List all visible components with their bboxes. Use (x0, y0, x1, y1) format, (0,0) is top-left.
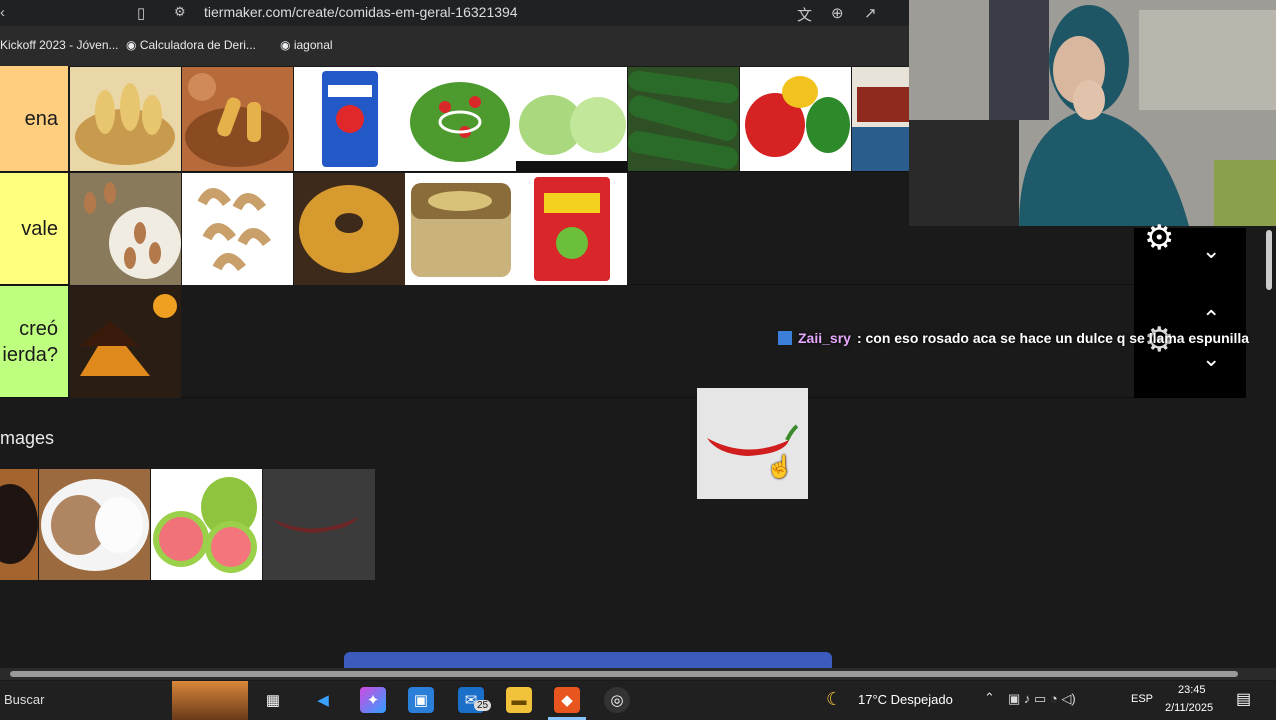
obs-icon[interactable]: ◎ (604, 687, 630, 713)
browser-address-bar[interactable]: ‹ ▯ ⚙ tiermaker.com/create/comidas-em-ge… (0, 0, 910, 26)
food-tile[interactable] (70, 67, 181, 171)
chat-message: Zaii_sry : con eso rosado aca se hace un … (778, 326, 1249, 350)
back-icon[interactable]: ‹ (0, 4, 5, 21)
food-tile[interactable] (294, 67, 405, 171)
clock-time[interactable]: 23:45 (1178, 684, 1206, 696)
windows-taskbar: Buscar ▦ ◀ ✦ ▣ ✉ 25 ▬ ◆ ◎ ☾ 17°C Despeja… (0, 681, 1276, 720)
bookmarks-bar: Kickoff 2023 - Jóven... ◉ Calculadora de… (0, 26, 910, 66)
food-tile[interactable] (516, 173, 627, 285)
share-icon[interactable]: ↗ (864, 4, 877, 22)
bookmark-icon[interactable]: ▯ (137, 4, 145, 22)
chat-text: : con eso rosado aca se hace un dulce q … (856, 330, 1250, 346)
dragged-chili-pepper-tile[interactable] (697, 388, 808, 499)
bookmark-item[interactable]: ◉ iagonal (280, 38, 333, 52)
food-tile[interactable] (516, 67, 627, 171)
food-tile[interactable] (39, 469, 150, 580)
chat-badge-icon (778, 331, 792, 345)
notifications-icon[interactable]: ▤ (1236, 689, 1251, 709)
food-tile[interactable] (405, 173, 516, 285)
globe-icon: ◉ (280, 38, 291, 52)
scrollbar-thumb[interactable] (1266, 230, 1272, 290)
chat-username: Zaii_sry (798, 330, 851, 346)
horizontal-scrollbar[interactable] (0, 668, 1276, 680)
translate-icon[interactable]: 文 (797, 4, 812, 25)
webcam-overlay (909, 0, 1276, 226)
images-section-title: mages (0, 428, 55, 448)
tier-label: ena (0, 66, 68, 171)
hand-cursor-icon: ☝ (766, 454, 794, 479)
tier-label: creó ierda? (0, 286, 68, 397)
food-tile[interactable] (182, 67, 293, 171)
bookmark-item[interactable]: Kickoff 2023 - Jóven... (0, 38, 119, 52)
food-tile[interactable] (405, 67, 516, 171)
food-tile[interactable] (70, 286, 181, 398)
moon-icon: ☾ (826, 689, 843, 709)
chevron-up-icon[interactable]: ⌃ (984, 690, 995, 706)
vertical-scrollbar[interactable] (1262, 226, 1276, 668)
chili-pepper-tile-placeholder[interactable] (263, 469, 375, 580)
food-tile[interactable] (182, 173, 293, 285)
zoom-icon[interactable]: ⊕ (831, 4, 844, 22)
scrollbar-thumb[interactable] (10, 671, 1238, 677)
copilot-icon[interactable]: ✦ (360, 687, 386, 713)
store-icon[interactable]: ▣ (408, 687, 434, 713)
search-highlight-image (172, 681, 248, 720)
vscode-icon[interactable]: ◀ (310, 687, 336, 713)
food-tile[interactable] (151, 469, 262, 580)
tray-icons[interactable]: ▣ ♪ ▭ ◔ ◁) (1008, 691, 1076, 707)
tier-label: vale (0, 173, 68, 284)
bottom-button-bar[interactable] (344, 652, 832, 668)
mail-badge: 25 (474, 700, 492, 711)
food-tile[interactable] (70, 173, 181, 285)
brave-browser-icon[interactable]: ◆ (554, 687, 580, 713)
food-tile[interactable] (852, 67, 910, 171)
food-tile[interactable] (294, 173, 405, 285)
task-view-icon[interactable]: ▦ (260, 687, 286, 713)
taskbar-search[interactable]: Buscar (4, 692, 44, 707)
globe-icon: ◉ (126, 38, 137, 52)
stream-overlay-panel: ⚙ ⌄ ⌃ ⚙ ⌄ (1134, 219, 1246, 398)
site-settings-icon[interactable]: ⚙ (174, 4, 186, 20)
chevron-down-icon[interactable]: ⌄ (1202, 238, 1220, 264)
weather-text[interactable]: 17°C Despejado (858, 692, 953, 707)
food-tile[interactable] (740, 67, 851, 171)
file-explorer-icon[interactable]: ▬ (506, 687, 532, 713)
language-indicator[interactable]: ESP (1131, 693, 1153, 705)
food-tile[interactable] (0, 469, 38, 580)
url-text[interactable]: tiermaker.com/create/comidas-em-geral-16… (204, 4, 518, 20)
food-tile[interactable] (628, 67, 739, 171)
gear-icon[interactable]: ⚙ (1144, 218, 1174, 258)
clock-date[interactable]: 2/11/2025 (1165, 702, 1213, 714)
bookmark-item[interactable]: ◉ Calculadora de Deri... (126, 38, 256, 52)
